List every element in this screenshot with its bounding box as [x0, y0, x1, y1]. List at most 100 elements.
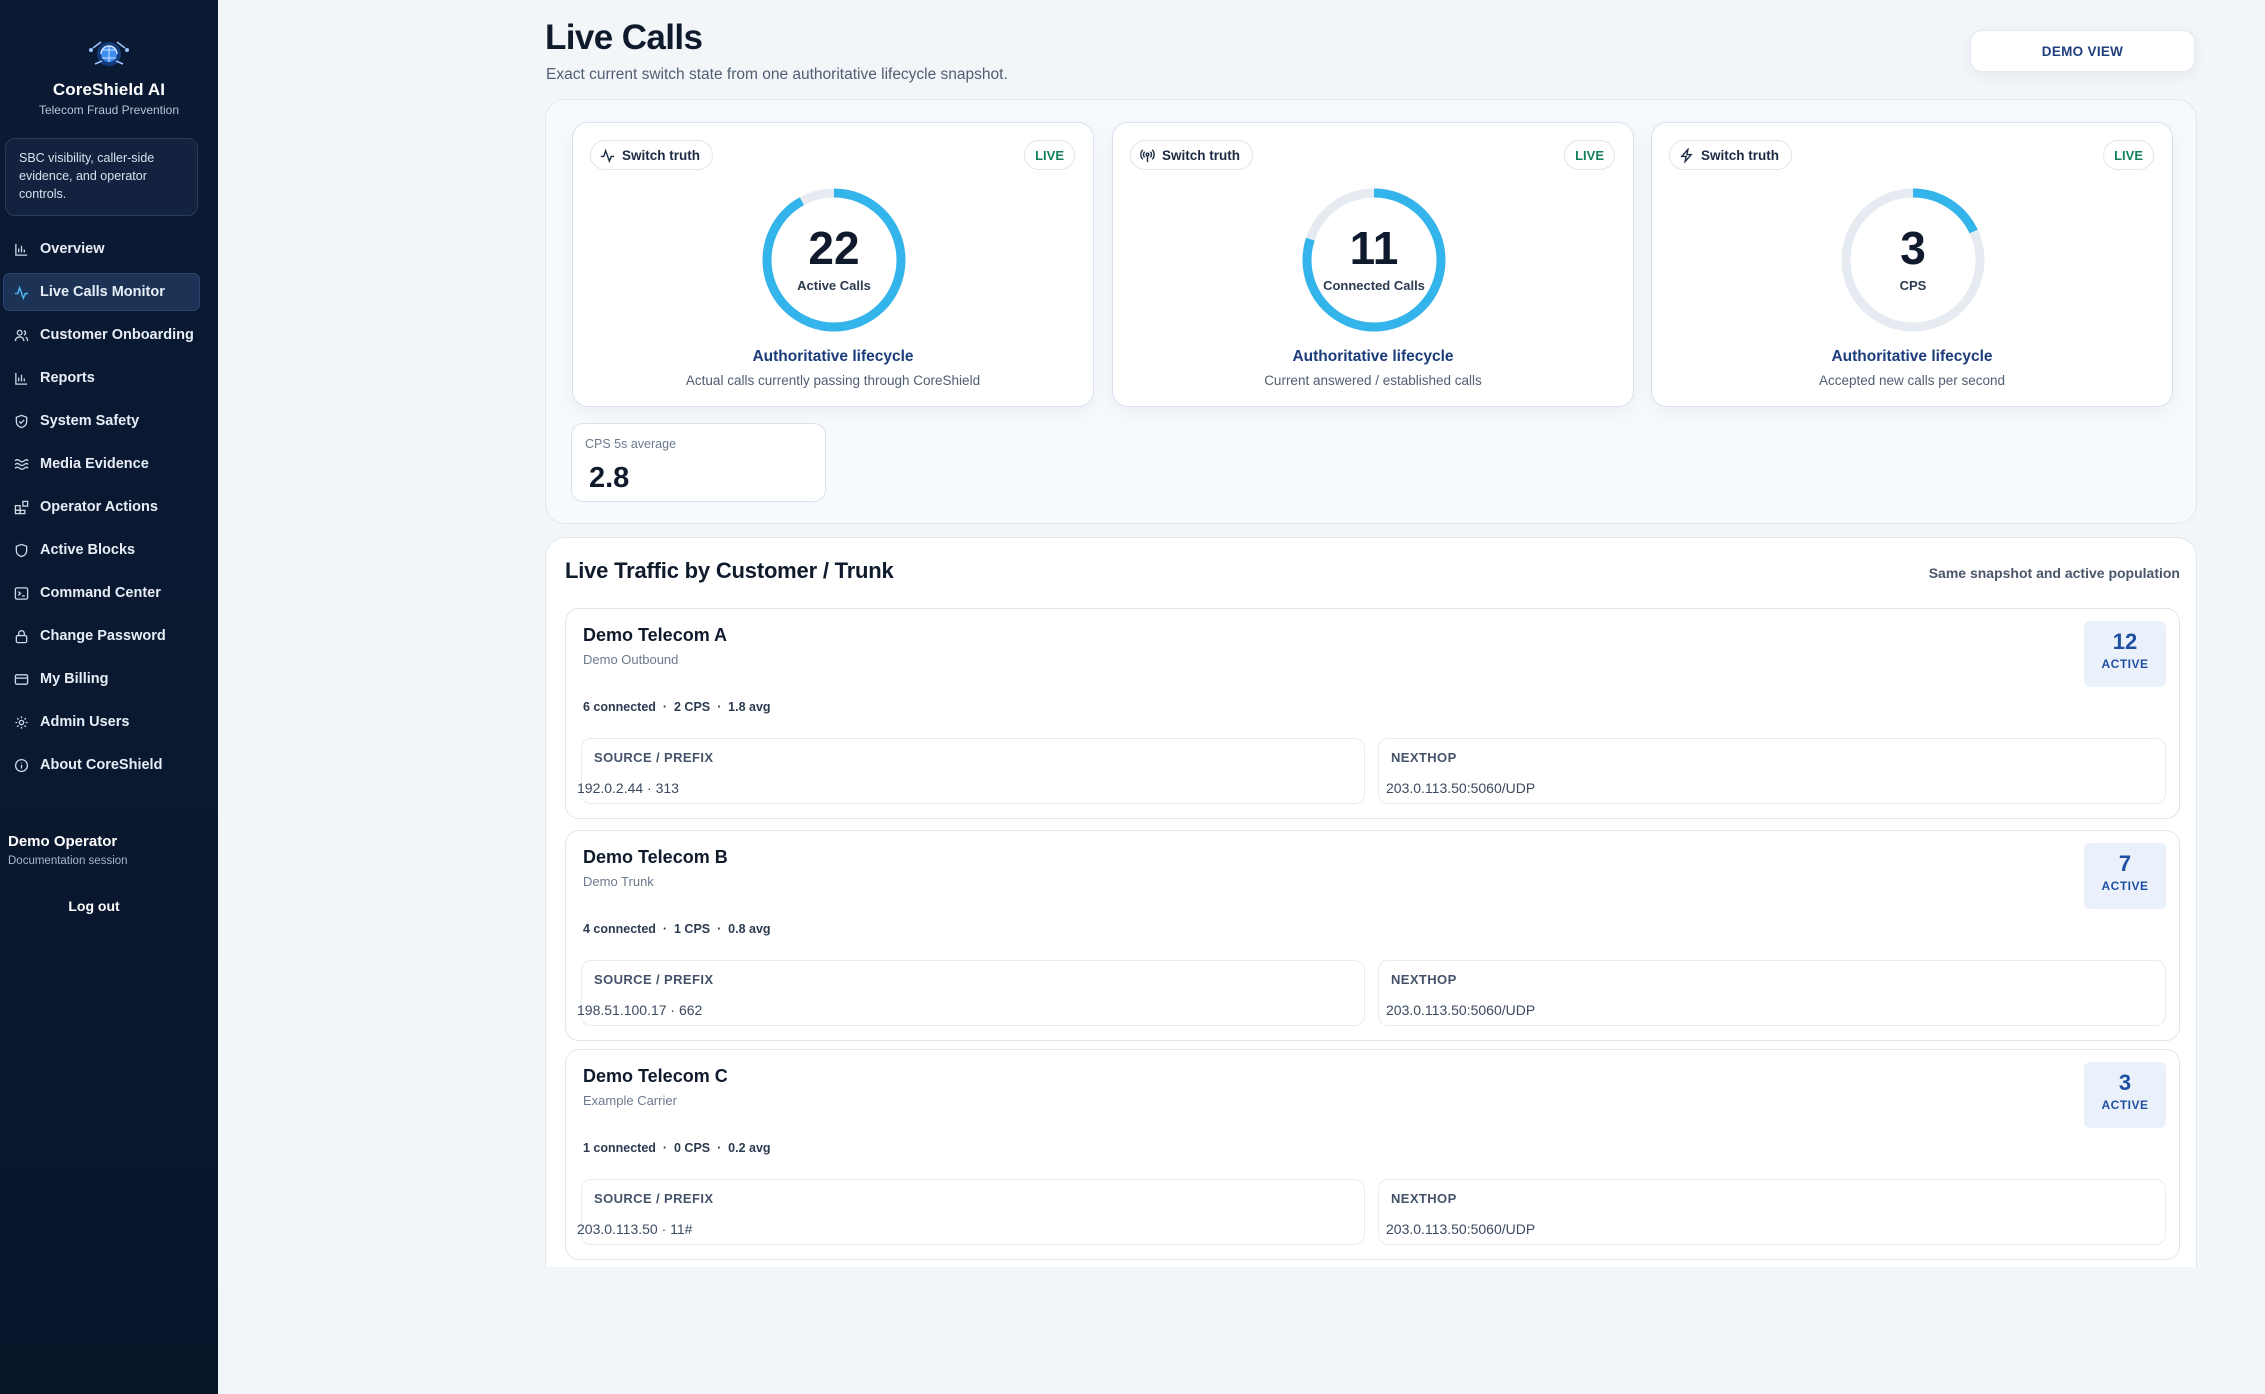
- activity-icon: [600, 148, 615, 163]
- source-prefix-label: SOURCE / PREFIX: [594, 972, 714, 987]
- active-count-badge: 7 ACTIVE: [2084, 843, 2166, 909]
- source-prefix-box: SOURCE / PREFIX 192.0.2.44 · 313: [577, 738, 1365, 804]
- trunk-card[interactable]: Demo Telecom A Demo Outbound 6 connected…: [565, 608, 2180, 819]
- waves-icon: [14, 457, 29, 472]
- sidebar-item-label: My Billing: [40, 671, 109, 687]
- metric-card-active-calls: Switch truth LIVE 22 Active Calls Author…: [572, 122, 1094, 407]
- sidebar-item-label: Media Evidence: [40, 456, 149, 472]
- sidebar-item-customer-onboarding[interactable]: Customer Onboarding: [3, 316, 200, 354]
- switch-truth-chip: Switch truth: [1130, 140, 1253, 170]
- logout-button[interactable]: Log out: [0, 898, 188, 914]
- sidebar-item-active-blocks[interactable]: Active Blocks: [3, 531, 200, 569]
- users-icon: [14, 328, 29, 343]
- chip-label: Switch truth: [1701, 147, 1779, 163]
- source-prefix-label: SOURCE / PREFIX: [594, 750, 714, 765]
- metric-card-connected-calls: Switch truth LIVE 11 Connected Calls Aut…: [1112, 122, 1634, 407]
- nexthop-label: NEXTHOP: [1391, 750, 1457, 765]
- shield-globe-logo-icon: [89, 41, 129, 66]
- trunk-name: Demo Telecom C: [583, 1066, 728, 1086]
- cps-average-value: 2.8: [589, 462, 630, 494]
- sidebar-item-operator-actions[interactable]: Operator Actions: [3, 488, 200, 526]
- brand: CoreShield AI Telecom Fraud Prevention: [0, 0, 218, 117]
- trunk-stats: 1 connected · 0 CPS · 0.2 avg: [583, 1141, 771, 1155]
- source-prefix-value: 192.0.2.44 · 313: [577, 780, 679, 796]
- sidebar-item-change-password[interactable]: Change Password: [3, 617, 200, 655]
- sidebar-item-live-calls-monitor[interactable]: Live Calls Monitor: [3, 273, 200, 311]
- gauge-ring: 11 Connected Calls: [1301, 187, 1447, 333]
- card-title: Authoritative lifecycle: [752, 348, 914, 365]
- active-count: 7: [2118, 851, 2132, 876]
- cps-average-label: CPS 5s average: [585, 437, 677, 451]
- card-description: Accepted new calls per second: [1818, 373, 2006, 388]
- trunk-card[interactable]: Demo Telecom B Demo Trunk 4 connected · …: [565, 830, 2180, 1041]
- sidebar-item-system-safety[interactable]: System Safety: [3, 402, 200, 440]
- card-description: Actual calls currently passing through C…: [685, 373, 981, 388]
- bolt-icon: [1680, 147, 1693, 163]
- user-role: Documentation session: [8, 855, 128, 867]
- antenna-icon: [1140, 148, 1155, 162]
- traffic-note: Same snapshot and active population: [1928, 565, 2180, 581]
- card-icon: [14, 672, 29, 687]
- trunk-stats: 6 connected · 2 CPS · 1.8 avg: [583, 700, 771, 714]
- cps-value: 3: [1900, 222, 1926, 274]
- sidebar-nav: Overview Live Calls Monitor Customer Onb…: [0, 230, 218, 784]
- cps-label: CPS: [1899, 278, 1927, 293]
- chip-label: Switch truth: [1162, 147, 1240, 163]
- trunk-type: Example Carrier: [583, 1093, 677, 1108]
- active-calls-value: 22: [808, 222, 860, 274]
- trunk-name: Demo Telecom A: [583, 625, 728, 645]
- live-badge: LIVE: [2103, 140, 2154, 170]
- source-prefix-box: SOURCE / PREFIX 203.0.113.50 · 11#: [577, 1179, 1365, 1245]
- page-title: Live Calls: [545, 18, 703, 57]
- switch-truth-chip: Switch truth: [1669, 140, 1792, 170]
- nexthop-box: NEXTHOP 203.0.113.50:5060/UDP: [1378, 738, 2166, 804]
- card-title: Authoritative lifecycle: [1831, 348, 1993, 365]
- sidebar-item-media-evidence[interactable]: Media Evidence: [3, 445, 200, 483]
- trunk-type: Demo Outbound: [583, 652, 679, 667]
- traffic-panel: Live Traffic by Customer / Trunk Same sn…: [545, 537, 2197, 1267]
- activity-icon: [14, 285, 29, 300]
- card-description: Current answered / established calls: [1264, 373, 1482, 388]
- nexthop-value: 203.0.113.50:5060/UDP: [1386, 1002, 1536, 1018]
- trunk-name: Demo Telecom B: [583, 847, 728, 867]
- sidebar: CoreShield AI Telecom Fraud Prevention S…: [0, 0, 218, 1394]
- blocks-icon: [14, 500, 29, 515]
- cps-average-box: CPS 5s average 2.8: [571, 423, 826, 502]
- chip-label: Switch truth: [622, 147, 700, 163]
- sidebar-item-my-billing[interactable]: My Billing: [3, 660, 200, 698]
- source-prefix-label: SOURCE / PREFIX: [594, 1191, 714, 1206]
- active-calls-label: Active Calls: [797, 278, 871, 293]
- user-name: Demo Operator: [8, 833, 118, 850]
- connected-calls-label: Connected Calls: [1323, 278, 1425, 293]
- source-prefix-value: 198.51.100.17 · 662: [577, 1002, 703, 1018]
- trunk-stats: 4 connected · 1 CPS · 0.8 avg: [583, 922, 771, 936]
- sidebar-item-reports[interactable]: Reports: [3, 359, 200, 397]
- metrics-panel: Switch truth LIVE 22 Active Calls Author…: [545, 99, 2197, 524]
- trunk-card[interactable]: Demo Telecom C Example Carrier 1 connect…: [565, 1049, 2180, 1260]
- page-subtitle: Exact current switch state from one auth…: [546, 66, 1008, 83]
- gauge-ring: 22 Active Calls: [761, 187, 907, 333]
- card-title: Authoritative lifecycle: [1292, 348, 1454, 365]
- sidebar-item-label: Admin Users: [40, 714, 130, 730]
- live-badge: LIVE: [1564, 140, 1615, 170]
- active-count: 3: [2118, 1070, 2132, 1095]
- bar-chart-icon: [14, 242, 29, 257]
- live-badge: LIVE: [1024, 140, 1075, 170]
- switch-truth-chip: Switch truth: [590, 140, 713, 170]
- active-label: ACTIVE: [2101, 1098, 2149, 1112]
- bar-chart-icon: [14, 371, 29, 386]
- sidebar-item-label: Customer Onboarding: [40, 327, 194, 343]
- sidebar-item-about-coreshield[interactable]: About CoreShield: [3, 746, 200, 784]
- sidebar-item-command-center[interactable]: Command Center: [3, 574, 200, 612]
- sidebar-item-label: About CoreShield: [40, 757, 163, 773]
- gauge-ring: 3 CPS: [1840, 187, 1986, 333]
- shield-check-icon: [14, 414, 29, 429]
- connected-calls-value: 11: [1349, 222, 1399, 274]
- trunk-type: Demo Trunk: [583, 874, 654, 889]
- sidebar-item-overview[interactable]: Overview: [3, 230, 200, 268]
- lock-icon: [14, 629, 29, 644]
- nexthop-label: NEXTHOP: [1391, 1191, 1457, 1206]
- sidebar-item-label: System Safety: [40, 413, 140, 429]
- demo-view-button[interactable]: DEMO VIEW: [1970, 30, 2195, 72]
- sidebar-item-admin-users[interactable]: Admin Users: [3, 703, 200, 741]
